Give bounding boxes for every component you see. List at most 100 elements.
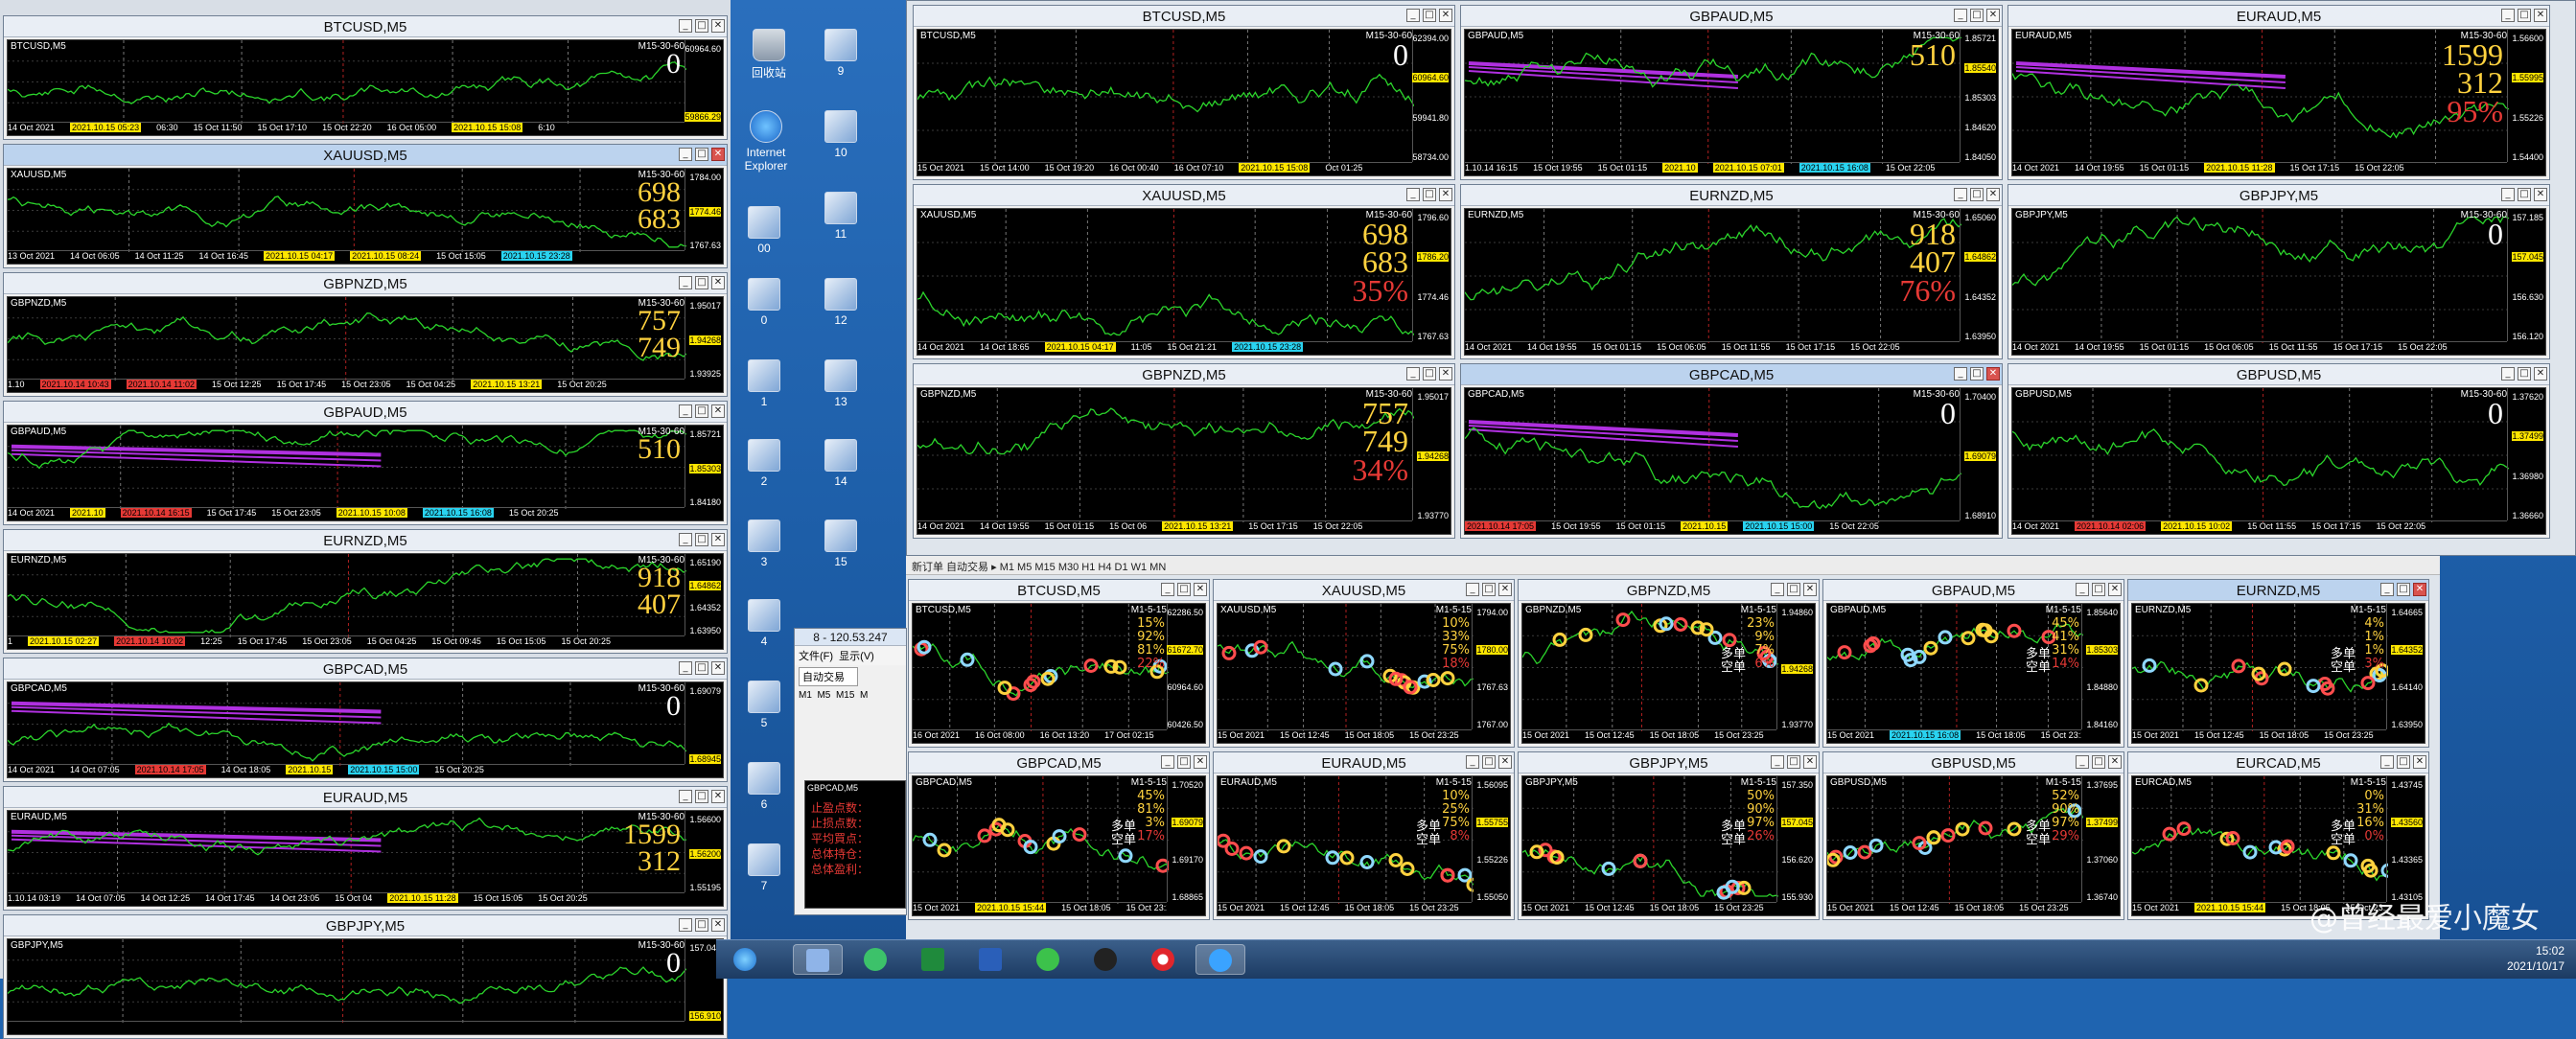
price-chart[interactable]: GBPCAD,M5 M15-30-60 1.70400 1.69079 1.68910 2… [1464, 387, 1999, 535]
close-button[interactable]: ✕ [1986, 9, 2000, 22]
price-chart[interactable]: GBPCAD,M5 M1-5-15 1.70520 1.69079 1.69170 1.6… [912, 775, 1206, 916]
maximize-button[interactable]: □ [2518, 9, 2531, 22]
minimize-button[interactable]: _ [1406, 367, 1420, 381]
chart-titlebar[interactable]: EURAUD,M5 _ □ ✕ [2008, 6, 2549, 27]
chart-titlebar[interactable]: GBPAUD,M5 _ □ ✕ [1823, 580, 2123, 601]
chart-window-gbpjpy[interactable]: GBPJPY,M5 _ □ ✕ GBPJPY,M5 M15-30-60 157.045 156… [3, 914, 728, 1039]
taskbar-browser[interactable] [1195, 944, 1245, 975]
minimize-button[interactable]: _ [2380, 755, 2394, 769]
chart-titlebar[interactable]: GBPCAD,M5 _ □ ✕ [1461, 364, 2002, 385]
maximize-button[interactable]: □ [695, 790, 708, 803]
price-chart[interactable]: EURAUD,M5 M1-5-15 1.56095 1.55755 1.55226 1.5… [1217, 775, 1511, 916]
minimize-button[interactable]: _ [2380, 583, 2394, 596]
close-button[interactable]: ✕ [711, 533, 725, 546]
minimize-button[interactable]: _ [1161, 583, 1174, 596]
close-button[interactable]: ✕ [1986, 367, 2000, 381]
chart-window-gbpusd[interactable]: GBPUSD,M5 _ □ ✕ GBPUSD,M5 M15-30-60 1.37620 1.3… [2007, 363, 2550, 539]
maximize-button[interactable]: □ [1177, 755, 1191, 769]
chart-window-euraud[interactable]: EURAUD,M5 _ □ ✕ EURAUD,M5 M1-5-15 1.56095 1.557… [1213, 751, 1515, 920]
taskbar-media[interactable] [850, 944, 900, 975]
chart-titlebar[interactable]: EURAUD,M5 _ □ ✕ [4, 787, 727, 808]
chart-window-euraud[interactable]: EURAUD,M5 _ □ ✕ EURAUD,M5 M15-30-60 1.56600 1.5… [2007, 5, 2550, 180]
close-button[interactable]: ✕ [2534, 188, 2547, 201]
chart-titlebar[interactable]: XAUUSD,M5 _ □ ✕ [1214, 580, 1514, 601]
price-chart[interactable]: GBPAUD,M5 M1-5-15 1.85640 1.85303 1.84880 1.8… [1826, 603, 2121, 744]
minimize-button[interactable]: _ [2501, 367, 2515, 381]
desktop-icon[interactable]: 3 [726, 520, 802, 568]
minimize-button[interactable]: _ [1466, 583, 1479, 596]
desktop-icon[interactable]: 1 [726, 359, 802, 408]
maximize-button[interactable]: □ [695, 404, 708, 418]
minimize-button[interactable]: _ [679, 918, 692, 932]
desktop-icon[interactable]: 14 [802, 439, 879, 488]
chart-window-euraud[interactable]: EURAUD,M5 _ □ ✕ EURAUD,M5 M15-30-60 1.56600 1.5… [3, 786, 728, 911]
chart-titlebar[interactable]: BTCUSD,M5 _ □ ✕ [909, 580, 1209, 601]
maximize-button[interactable]: □ [1787, 583, 1800, 596]
chart-window-gbpaud[interactable]: GBPAUD,M5 _ □ ✕ GBPAUD,M5 M1-5-15 1.85640 1.853… [1822, 579, 2124, 748]
close-button[interactable]: ✕ [1803, 583, 1817, 596]
price-chart[interactable]: GBPJPY,M5 M1-5-15 157.350 157.045 156.620 155… [1521, 775, 1816, 916]
chart-window-xauusd[interactable]: XAUUSD,M5 _ □ ✕ XAUUSD,M5 M15-30-60 1784.00 177… [3, 144, 728, 268]
minimize-button[interactable]: _ [2076, 583, 2089, 596]
taskbar-qq[interactable] [1080, 944, 1130, 975]
price-chart[interactable]: BTCUSD,M5 M15-30-60 62394.00 60964.60 59941.… [917, 29, 1451, 176]
menu-view[interactable]: 显示(V) [839, 651, 874, 662]
start-button[interactable] [720, 944, 770, 975]
price-chart[interactable]: GBPCAD,M5 M15-30-60 1.69079 1.68945 14 Oct 2… [7, 681, 724, 778]
chart-titlebar[interactable]: GBPJPY,M5 _ □ ✕ [4, 915, 727, 936]
close-button[interactable]: ✕ [2413, 755, 2426, 769]
price-chart[interactable]: XAUUSD,M5 M15-30-60 1796.60 1786.20 1774.46 1… [917, 208, 1451, 356]
chart-window-gbpcad[interactable]: GBPCAD,M5 _ □ ✕ GBPCAD,M5 M15-30-60 1.69079 1.6… [3, 658, 728, 782]
maximize-button[interactable]: □ [695, 533, 708, 546]
minimize-button[interactable]: _ [1954, 9, 1967, 22]
close-button[interactable]: ✕ [2534, 367, 2547, 381]
close-button[interactable]: ✕ [1439, 367, 1452, 381]
taskbar-wechat[interactable] [1023, 944, 1073, 975]
chart-titlebar[interactable]: BTCUSD,M5 _ □ ✕ [914, 6, 1454, 27]
taskbar-opera[interactable] [1138, 944, 1188, 975]
close-button[interactable]: ✕ [1986, 188, 2000, 201]
chart-window-eurnzd[interactable]: EURNZD,M5 _ □ ✕ EURNZD,M5 M15-30-60 1.65190 1.6… [3, 529, 728, 654]
close-button[interactable]: ✕ [2108, 755, 2122, 769]
chart-window-gbpjpy[interactable]: GBPJPY,M5 _ □ ✕ GBPJPY,M5 M1-5-15 157.350 157.0… [1518, 751, 1820, 920]
maximize-button[interactable]: □ [2518, 367, 2531, 381]
system-clock[interactable]: 15:02 2021/10/17 [2507, 943, 2564, 974]
chart-window-gbpcad[interactable]: GBPCAD,M5 _ □ ✕ GBPCAD,M5 M15-30-60 1.70400 1.6… [1460, 363, 2003, 539]
maximize-button[interactable]: □ [1177, 583, 1191, 596]
desktop-icon[interactable]: 6 [726, 762, 802, 811]
close-button[interactable]: ✕ [1803, 755, 1817, 769]
close-button[interactable]: ✕ [1194, 755, 1207, 769]
maximize-button[interactable]: □ [1787, 755, 1800, 769]
minimize-button[interactable]: _ [1406, 188, 1420, 201]
minimize-button[interactable]: _ [679, 404, 692, 418]
close-button[interactable]: ✕ [1194, 583, 1207, 596]
price-chart[interactable]: XAUUSD,M5 M15-30-60 1784.00 1774.46 1767.63 1… [7, 168, 724, 265]
price-chart[interactable]: GBPUSD,M5 M1-5-15 1.37695 1.37499 1.37060 1.3… [1826, 775, 2121, 916]
price-chart[interactable]: EURAUD,M5 M15-30-60 1.56600 1.55995 1.55226 1… [2011, 29, 2546, 176]
minimize-button[interactable]: _ [1771, 755, 1784, 769]
minimize-button[interactable]: _ [1466, 755, 1479, 769]
price-chart[interactable]: XAUUSD,M5 M1-5-15 1794.00 1780.00 1767.63 176… [1217, 603, 1511, 744]
close-button[interactable]: ✕ [711, 404, 725, 418]
tab-m5[interactable]: M5 [817, 690, 830, 701]
chart-window-gbpnzd[interactable]: GBPNZD,M5 _ □ ✕ GBPNZD,M5 M1-5-15 1.94860 1.942… [1518, 579, 1820, 748]
chart-window-btcusd[interactable]: BTCUSD,M5 _ □ ✕ BTCUSD,M5 M15-30-60 62394.00 60… [913, 5, 1455, 180]
maximize-button[interactable]: □ [2397, 755, 2410, 769]
maximize-button[interactable]: □ [1482, 755, 1496, 769]
close-button[interactable]: ✕ [711, 19, 725, 33]
maximize-button[interactable]: □ [2092, 755, 2105, 769]
taskbar-word[interactable] [965, 944, 1015, 975]
chart-titlebar[interactable]: GBPCAD,M5 _ □ ✕ [4, 658, 727, 680]
menu-file[interactable]: 文件(F) [799, 651, 833, 662]
chart-titlebar[interactable]: EURNZD,M5 _ □ ✕ [2128, 580, 2428, 601]
maximize-button[interactable]: □ [1423, 367, 1436, 381]
chart-window-gbpaud[interactable]: GBPAUD,M5 _ □ ✕ GBPAUD,M5 M15-30-60 1.85721 1.8… [1460, 5, 2003, 180]
close-button[interactable]: ✕ [1439, 188, 1452, 201]
chart-titlebar[interactable]: GBPAUD,M5 _ □ ✕ [4, 402, 727, 423]
chart-window-gbpjpy[interactable]: GBPJPY,M5 _ □ ✕ GBPJPY,M5 M15-30-60 157.185 157… [2007, 184, 2550, 359]
chart-window-eurnzd[interactable]: EURNZD,M5 _ □ ✕ EURNZD,M5 M15-30-60 1.65060 1.6… [1460, 184, 2003, 359]
chart-titlebar[interactable]: GBPCAD,M5 _ □ ✕ [909, 752, 1209, 773]
small-terminal-window[interactable]: 8 - 120.53.247 文件(F) 显示(V) 自动交易 M1 M5 M1… [794, 628, 907, 915]
minimize-button[interactable]: _ [679, 276, 692, 289]
chart-titlebar[interactable]: GBPAUD,M5 _ □ ✕ [1461, 6, 2002, 27]
